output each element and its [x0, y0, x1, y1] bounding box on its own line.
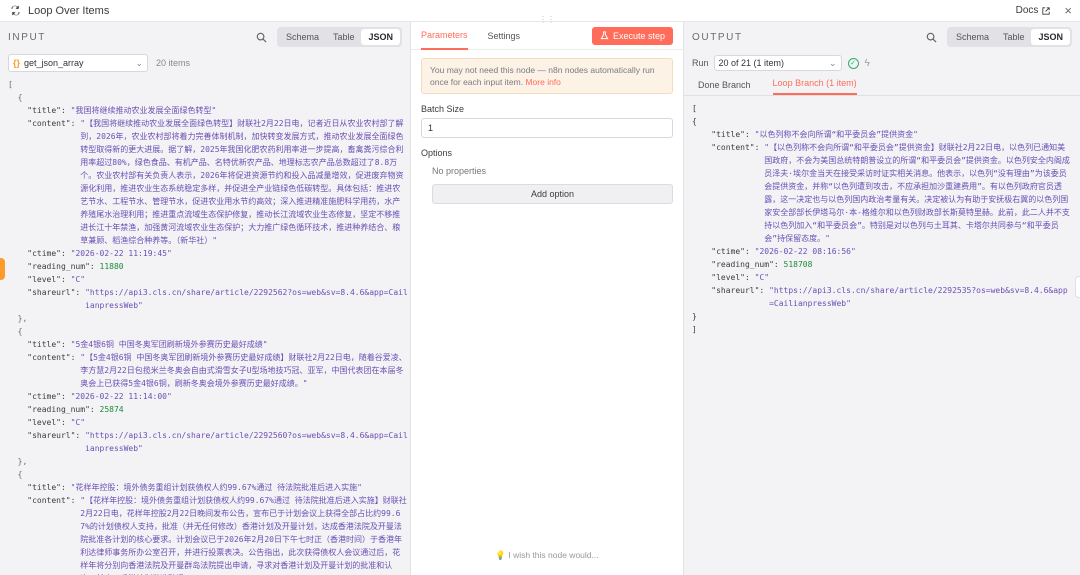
options-label: Options [421, 148, 453, 158]
json-row: "ctime": "2026-02-22 08:16:56" [692, 245, 1072, 258]
json-value: "C" [70, 275, 86, 284]
json-row: "title": "我国将继续推动农业发展全面绿色转型" [8, 104, 408, 117]
json-row: "shareurl": "https://api3.cls.cn/share/a… [692, 284, 1072, 310]
json-value: "花样年控股：境外债务重组计划获债权人约99.67%通过 待法院批准后进入实施" [70, 483, 362, 492]
item-count: 20 items [156, 58, 191, 68]
input-label: INPUT [8, 31, 46, 43]
search-icon[interactable] [925, 30, 939, 44]
json-value: "C" [754, 273, 770, 282]
output-view-switch: Schema Table JSON [946, 27, 1072, 47]
json-value: 11880 [99, 262, 124, 271]
add-option-button[interactable]: Add option [432, 184, 673, 204]
output-label: OUTPUT [692, 31, 743, 43]
info-notice: You may not need this node — n8n nodes a… [421, 58, 673, 94]
json-row: "ctime": "2026-02-22 11:19:45" [8, 247, 408, 260]
json-value: 25874 [99, 405, 124, 414]
pin-icon[interactable]: ϟ [865, 58, 870, 69]
right-edge-handle[interactable] [1075, 276, 1080, 298]
tab-settings[interactable]: Settings [488, 22, 521, 50]
json-value: "2026-02-22 11:14:00" [70, 392, 172, 401]
loop-icon [8, 4, 22, 18]
json-value: "https://api3.cls.cn/share/article/22925… [85, 288, 408, 310]
output-tab-table[interactable]: Table [996, 29, 1032, 45]
execute-step-label: Execute step [612, 31, 665, 41]
input-view-switch: Schema Table JSON [276, 27, 402, 47]
json-row: "level": "C" [8, 273, 408, 286]
json-value: "以色列称不会向所谓“和平委员会”提供资金" [754, 130, 918, 139]
chevron-down-icon: ⌄ [828, 57, 837, 68]
input-json-view: [ { "title": "我国将继续推动农业发展全面绿色转型" "conten… [8, 78, 408, 575]
input-node-name: get_json_array [24, 58, 84, 68]
json-row: "shareurl": "https://api3.cls.cn/share/a… [8, 431, 408, 453]
output-panel: OUTPUT Schema Table JSON Run 20 of 21 (1… [683, 22, 1080, 575]
json-value: "5金4银6铜 中国冬奥军团刷新境外参赛历史最好成绩" [70, 340, 268, 349]
json-value: "2026-02-22 08:16:56" [754, 247, 856, 256]
tab-parameters[interactable]: Parameters [421, 22, 468, 50]
tab-done-branch[interactable]: Done Branch [698, 80, 751, 95]
run-select[interactable]: 20 of 21 (1 item) ⌄ [713, 55, 842, 71]
docs-link[interactable]: Docs [1016, 5, 1051, 16]
json-value: "https://api3.cls.cn/share/article/22925… [769, 286, 1068, 308]
json-row: "content": "【5金4银6铜 中国冬奥军团刷新境外参赛历史最好成绩】财… [8, 353, 407, 388]
json-row: "content": "【花样年控股：境外债务重组计划获债权人约99.67%通过… [8, 494, 408, 575]
success-check-icon: ✓ [847, 57, 859, 69]
flask-icon [600, 30, 609, 42]
left-edge-handle[interactable] [0, 258, 5, 280]
json-node-icon: {} [13, 58, 21, 68]
input-tab-json[interactable]: JSON [361, 29, 400, 45]
batch-size-label: Batch Size [421, 104, 465, 114]
wish-text: I wish this node would... [508, 550, 599, 560]
json-value: "C" [70, 418, 86, 427]
json-row: "level": "C" [8, 416, 408, 429]
json-row: "ctime": "2026-02-22 11:14:00" [8, 390, 408, 403]
input-node-select[interactable]: {} get_json_array ⌄ [8, 54, 148, 72]
json-row: "title": "以色列称不会向所谓“和平委员会”提供资金" [692, 128, 1072, 141]
output-tab-json[interactable]: JSON [1031, 29, 1070, 45]
tab-loop-branch[interactable]: Loop Branch (1 item) [772, 78, 857, 95]
json-row: "shareurl": "https://api3.cls.cn/share/a… [8, 288, 408, 310]
batch-size-input[interactable]: 1 [421, 118, 673, 138]
json-row: "reading_num": 25874 [8, 403, 408, 416]
execute-step-button[interactable]: Execute step [591, 27, 673, 45]
json-value: "2026-02-22 11:19:45" [70, 249, 172, 258]
lightbulb-icon: 💡 [495, 550, 506, 560]
chevron-down-icon: ⌄ [135, 57, 143, 68]
close-icon[interactable]: × [1064, 3, 1072, 18]
input-panel: INPUT Schema Table JSON {} get_json_arra… [0, 22, 411, 575]
run-value: 20 of 21 (1 item) [718, 58, 785, 68]
more-info-link[interactable]: More info [525, 77, 560, 87]
json-row: "reading_num": 518708 [692, 258, 1072, 271]
json-value: "【我国将继续推动农业发展全面绿色转型】财联社2月22日电，记者近日从农业农村部… [80, 119, 404, 245]
input-tab-table[interactable]: Table [326, 29, 362, 45]
json-row: "level": "C" [692, 271, 1072, 284]
output-json-view: [ { "title": "以色列称不会向所谓“和平委员会”提供资金" "con… [692, 102, 1072, 336]
json-value: 518708 [783, 260, 813, 269]
json-row: "title": "5金4银6铜 中国冬奥军团刷新境外参赛历史最好成绩" [8, 338, 408, 351]
json-row: "reading_num": 11880 [8, 260, 408, 273]
json-value: "【花样年控股：境外债务重组计划获债权人约99.67%通过 待法院批准后进入实施… [80, 496, 407, 575]
feedback-prompt[interactable]: 💡 I wish this node would... [411, 550, 683, 561]
json-value: "我国将继续推动农业发展全面绿色转型" [70, 106, 217, 115]
docs-label: Docs [1015, 5, 1039, 16]
json-row: "title": "花样年控股：境外债务重组计划获债权人约99.67%通过 待法… [8, 481, 408, 494]
output-tab-schema[interactable]: Schema [949, 29, 996, 45]
drag-handle-icon[interactable]: ⋮⋮ [539, 15, 555, 24]
no-properties-text: No properties [432, 166, 487, 176]
json-row: "content": "【我国将继续推动农业发展全面绿色转型】财联社2月22日电… [8, 117, 408, 247]
json-row: "content": "【以色列称不会向所谓“和平委员会”提供资金】财联社2月2… [692, 141, 1072, 245]
external-link-icon [1042, 6, 1051, 15]
json-value: "【5金4银6铜 中国冬奥军团刷新境外参赛历史最好成绩】财联社2月22日电，随着… [80, 353, 407, 388]
parameters-panel: Parameters Settings Execute step You may… [411, 22, 683, 575]
search-icon[interactable] [255, 30, 269, 44]
json-value: "【以色列称不会向所谓“和平委员会”提供资金】财联社2月22日电，以色列已通知美… [764, 143, 1070, 243]
input-tab-schema[interactable]: Schema [279, 29, 326, 45]
run-label: Run [692, 58, 709, 68]
json-value: "https://api3.cls.cn/share/article/22925… [85, 431, 408, 453]
node-title: Loop Over Items [28, 4, 110, 17]
